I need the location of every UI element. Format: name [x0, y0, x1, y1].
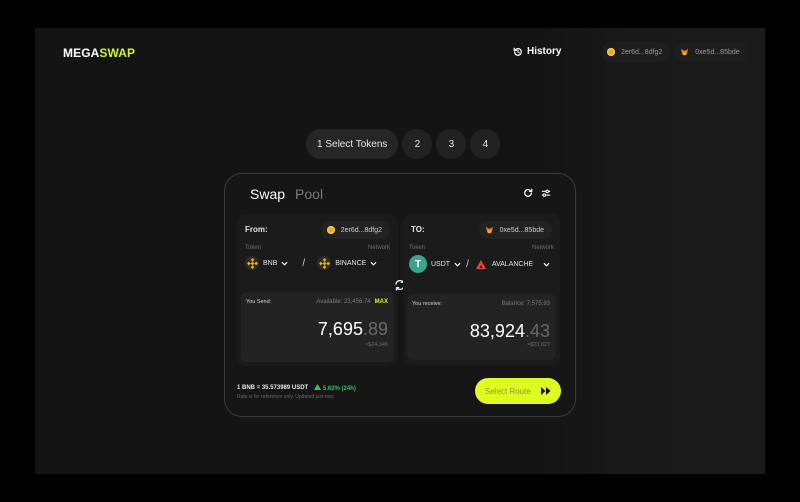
to-wallet-pill[interactable]: 0xe5d...85bde [478, 221, 552, 239]
available-text: Available: 23,456.74 [316, 299, 371, 305]
send-amount-int: 7,695 [317, 319, 363, 339]
history-label: History [527, 46, 562, 57]
metamask-fox-icon [485, 226, 493, 234]
swap-pool-tabs: Swap Pool [250, 186, 323, 202]
rate-change: 5.62% (24h) [314, 384, 356, 392]
step-4[interactable]: 4 [470, 129, 501, 159]
step-3[interactable]: 3 [436, 129, 467, 159]
receive-amount-dec: .43 [524, 321, 550, 341]
wallet-address: 0xe5d...85bde [695, 48, 740, 56]
receive-balance: Balance: 7,575.93 [501, 301, 550, 307]
exchange-rate: 1 BNB = 35.573989 USDT 5.62% (24h) [237, 384, 356, 392]
receive-amount-box: You receive: Balance: 7,575.93 83,924.43… [407, 294, 556, 360]
usdt-icon: T [409, 255, 427, 273]
settings-sliders-icon[interactable] [541, 188, 551, 198]
chevron-down-icon [370, 261, 377, 266]
from-token-select[interactable]: BNB [245, 256, 288, 270]
fast-forward-icon [541, 387, 551, 395]
receive-amount: 83,924.43 [470, 321, 550, 342]
swap-card: Swap Pool From: 2er6d...8dfg2 Token Netw… [224, 173, 576, 417]
available-balance: Available: 23,456.74 MAX [316, 299, 388, 305]
receive-label: You receive: [412, 301, 443, 307]
to-network-select[interactable]: AVALANCHE [474, 257, 550, 271]
wallet-pill-solana[interactable]: 2er6d...8dfg2 [601, 42, 671, 62]
step-indicator: 1 Select Tokens 2 3 4 [306, 129, 501, 159]
from-network-name: BINANCE [335, 259, 367, 267]
to-panel: TO: 0xe5d...85bde Token Network T USDT / [403, 214, 560, 366]
rate-change-text: 5.62% (24h) [322, 386, 356, 392]
step-1-select-tokens[interactable]: 1 Select Tokens [306, 129, 399, 159]
select-route-label: Select Route [485, 386, 531, 396]
to-title: TO: [411, 225, 425, 234]
step-2[interactable]: 2 [402, 129, 433, 159]
to-network-name: AVALANCHE [491, 260, 534, 268]
to-token-select[interactable]: T USDT [409, 255, 461, 273]
logo[interactable]: MEGASWAP [63, 46, 135, 60]
chevron-down-icon [454, 262, 461, 267]
to-address: 0xe5d...85bde [499, 226, 544, 234]
from-network-label: Network [367, 245, 390, 251]
coin-icon [607, 48, 615, 56]
history-link[interactable]: History [513, 46, 561, 57]
from-wallet-pill[interactable]: 2er6d...8dfg2 [320, 221, 390, 239]
logo-swap: SWAP [99, 46, 136, 60]
rate-text: 1 BNB = 35.573989 USDT [237, 385, 309, 391]
separator-slash: / [466, 258, 469, 270]
from-address: 2er6d...8dfg2 [340, 226, 382, 234]
card-tools [523, 188, 551, 198]
tab-pool[interactable]: Pool [295, 186, 323, 202]
from-panel: From: 2er6d...8dfg2 Token Network BNB / [237, 214, 398, 366]
chevron-down-icon [281, 261, 288, 266]
wallet-address: 2er6d...8dfg2 [621, 48, 663, 56]
app-window: MEGASWAP History 2er6d...8dfg2 0xe5d...8… [35, 28, 765, 474]
from-select-row: BNB / BINANCE [245, 256, 390, 270]
send-usd-value: ≈$24,345 [365, 342, 388, 348]
send-label: You Send: [246, 299, 272, 305]
binance-icon [317, 256, 332, 270]
to-token-name: USDT [431, 260, 451, 268]
select-route-button[interactable]: Select Route [475, 378, 561, 404]
avalanche-icon [474, 257, 488, 271]
from-title: From: [245, 225, 268, 234]
history-icon [513, 47, 522, 56]
max-button[interactable]: MAX [375, 299, 388, 305]
logo-mega: MEGA [63, 46, 100, 60]
metamask-fox-icon [681, 48, 689, 56]
tab-swap[interactable]: Swap [250, 186, 285, 202]
bnb-icon [245, 256, 259, 270]
send-amount[interactable]: 7,695.89 [318, 319, 388, 340]
separator-slash: / [302, 257, 306, 269]
receive-usd-value: ≈$23,827 [527, 342, 550, 348]
to-select-row: T USDT / AVALANCHE [409, 255, 552, 273]
refresh-icon[interactable] [523, 188, 533, 198]
chevron-down-icon [543, 262, 550, 267]
from-token-name: BNB [263, 259, 278, 267]
receive-amount-int: 83,924 [469, 321, 525, 341]
wallet-group: 2er6d...8dfg2 0xe5d...85bde [601, 42, 748, 62]
to-network-label: Network [531, 245, 554, 251]
wallet-pill-metamask[interactable]: 0xe5d...85bde [674, 42, 748, 62]
to-token-label: Token [409, 245, 426, 251]
send-amount-box[interactable]: You Send: Available: 23,456.74 MAX 7,695.… [241, 292, 394, 362]
coin-icon [326, 226, 335, 234]
from-network-select[interactable]: BINANCE [317, 256, 377, 270]
rate-note: Rate is for reference only. Updated just… [237, 394, 334, 400]
triangle-up-icon [314, 384, 322, 390]
from-token-label: Token [245, 245, 262, 251]
send-amount-dec: .89 [362, 319, 388, 339]
